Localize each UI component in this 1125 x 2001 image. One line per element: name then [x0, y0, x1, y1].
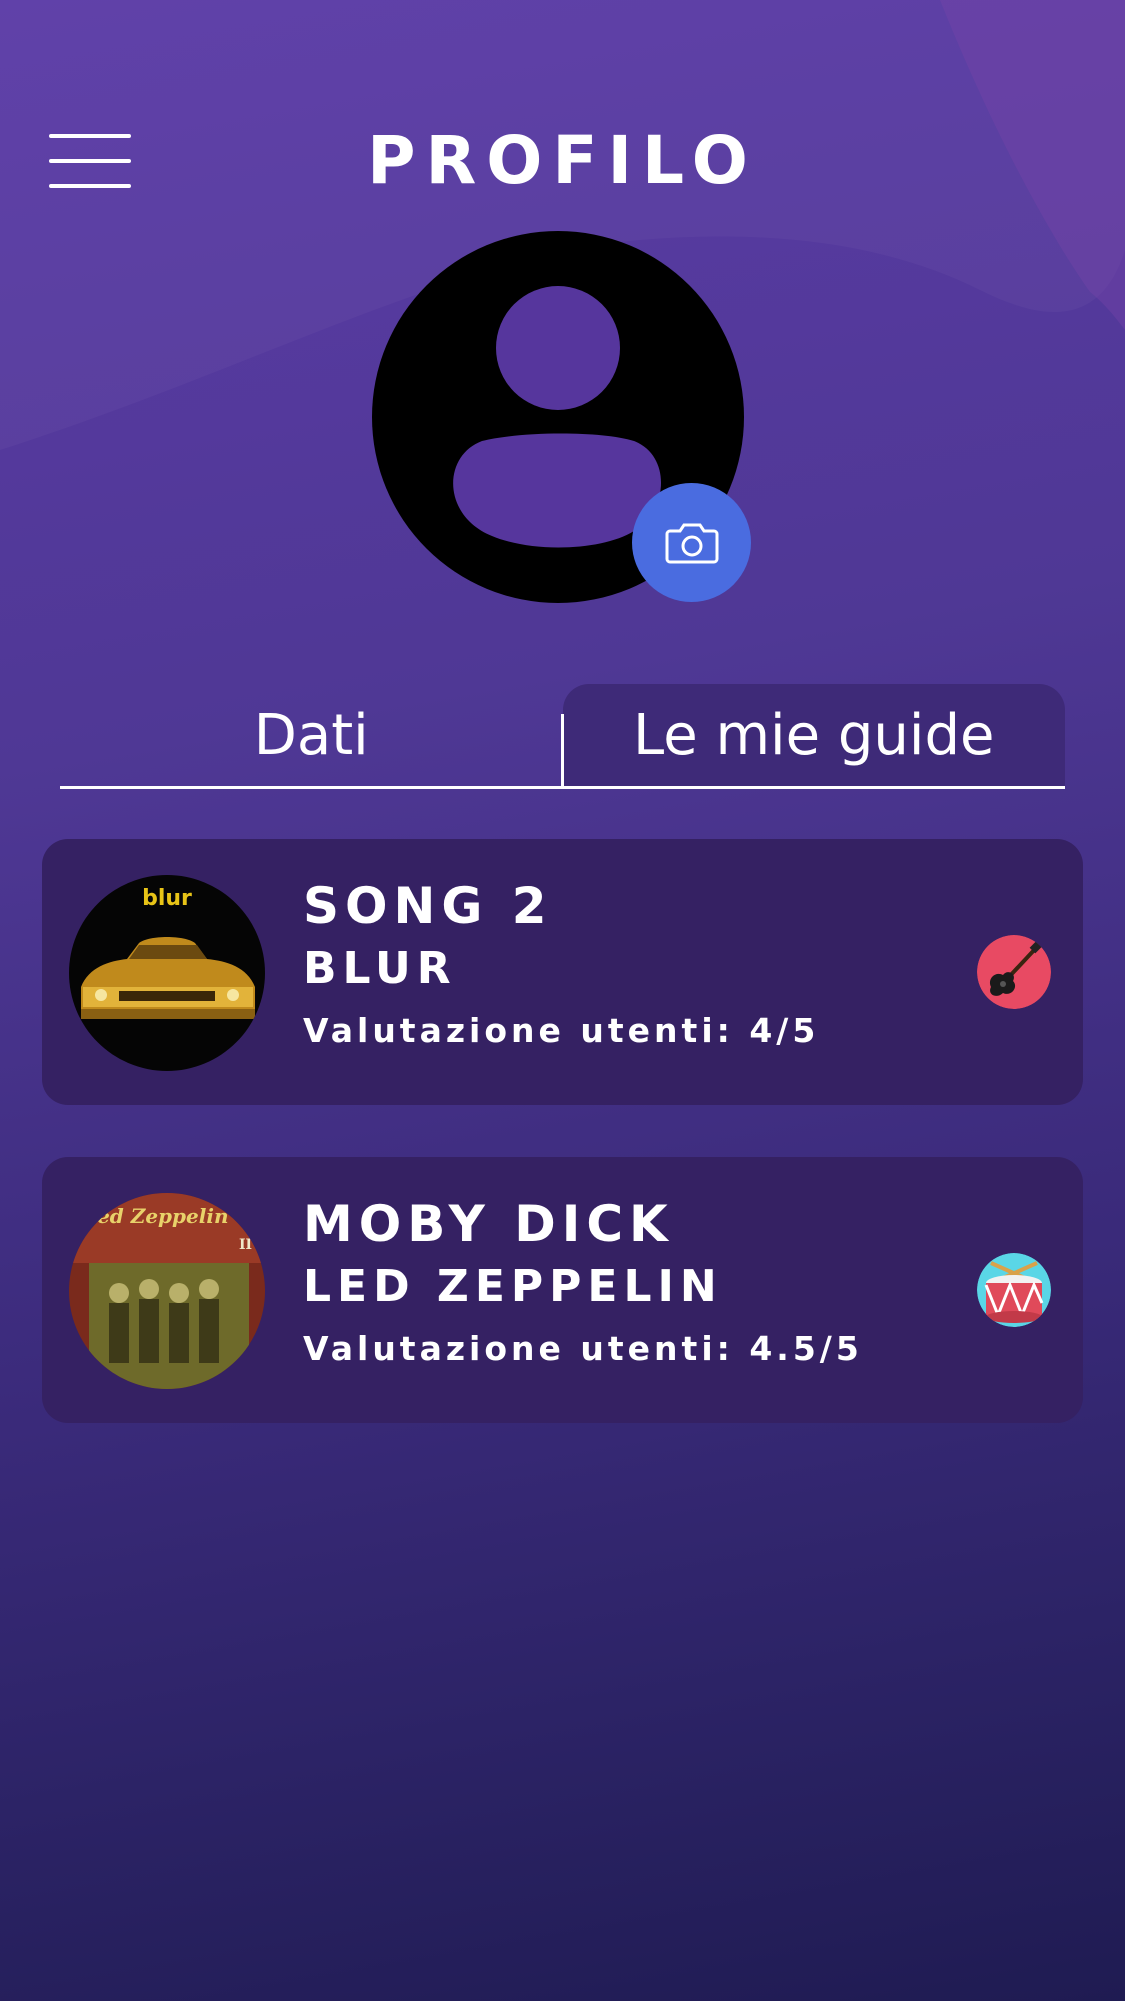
user-rating: Valutazione utenti: 4/5	[303, 1011, 820, 1050]
song-title: MOBY DICK	[303, 1195, 674, 1253]
album-cover: Led Zeppelin II	[69, 1193, 265, 1389]
tab-dati[interactable]: Dati	[60, 684, 563, 786]
tab-le-mie-guide[interactable]: Le mie guide	[562, 684, 1065, 786]
artist-name: LED ZEPPELIN	[303, 1261, 723, 1312]
svg-text:II: II	[239, 1237, 252, 1253]
drum-icon	[977, 1253, 1051, 1327]
tab-divider	[561, 714, 564, 786]
profile-tabs: Dati Le mie guide	[60, 684, 1065, 789]
change-photo-button[interactable]	[632, 483, 751, 602]
page-title: PROFILO	[367, 122, 758, 199]
artist-name: BLUR	[303, 943, 457, 994]
guide-card[interactable]: Led Zeppelin II MOBY DICK LED ZEPPELIN V…	[42, 1157, 1083, 1423]
camera-icon	[665, 523, 718, 563]
cover-logo: Led Zeppelin	[82, 1204, 229, 1228]
guide-card[interactable]: blur SONG 2 BLUR Valutazione utenti: 4/5	[42, 839, 1083, 1105]
cover-logo: blur	[142, 886, 192, 911]
user-rating: Valutazione utenti: 4.5/5	[303, 1329, 863, 1368]
album-cover: blur	[69, 875, 265, 1071]
guitar-icon	[977, 935, 1051, 1009]
song-title: SONG 2	[303, 877, 553, 935]
